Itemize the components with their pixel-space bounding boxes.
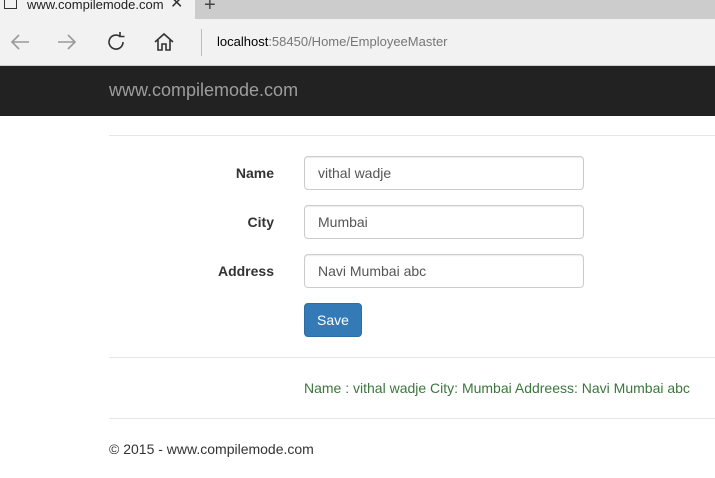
result-message: Name : vithal wadje City: Mumbai Addrees… (304, 380, 690, 396)
address-path: :58450/Home/EmployeeMaster (268, 34, 448, 49)
divider (109, 418, 715, 419)
home-icon[interactable] (152, 30, 176, 54)
refresh-icon[interactable] (104, 30, 128, 54)
city-input[interactable] (304, 205, 584, 239)
browser-tab-strip: www.compilemode.com ✕ + (0, 0, 715, 19)
close-icon[interactable]: ✕ (170, 0, 183, 12)
divider (109, 135, 715, 136)
divider (109, 357, 715, 358)
address-label: Address (217, 263, 274, 279)
city-label: City (247, 214, 274, 230)
save-button[interactable]: Save (304, 303, 362, 337)
arrow-right-icon[interactable] (55, 30, 79, 54)
address-input[interactable] (304, 254, 584, 288)
address-separator (201, 29, 202, 56)
name-label: Name (235, 165, 274, 181)
name-input[interactable] (304, 156, 584, 190)
app-navbar: www.compilemode.com (0, 66, 715, 116)
plus-icon[interactable]: + (204, 0, 216, 15)
tab-title: www.compilemode.com (27, 0, 164, 12)
brand-link[interactable]: www.compilemode.com (109, 80, 298, 101)
arrow-left-icon[interactable] (8, 30, 32, 54)
address-bar[interactable]: localhost:58450/Home/EmployeeMaster (217, 34, 448, 49)
address-host: localhost (217, 34, 269, 49)
browser-toolbar: localhost:58450/Home/EmployeeMaster (0, 19, 715, 66)
browser-tab[interactable]: www.compilemode.com ✕ (0, 0, 195, 19)
page-icon (4, 0, 17, 9)
footer-text: © 2015 - www.compilemode.com (109, 441, 314, 457)
